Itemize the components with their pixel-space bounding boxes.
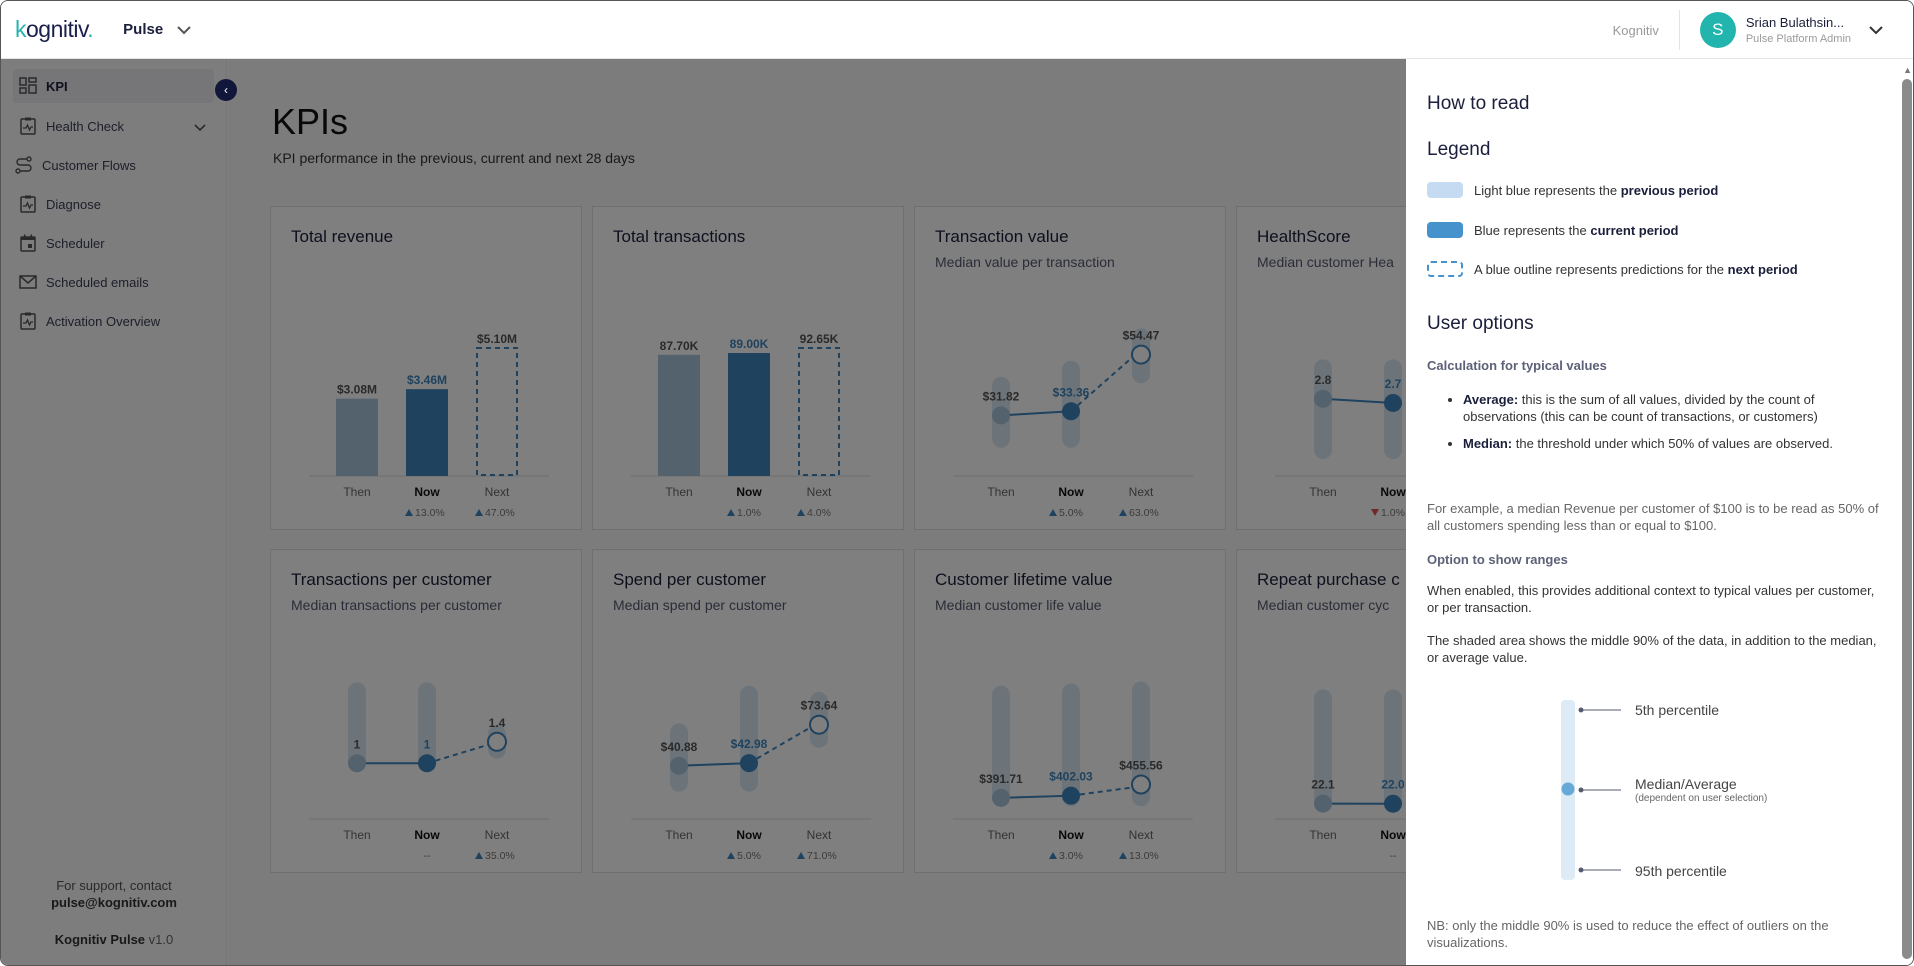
- ranges-text-1: When enabled, this provides additional c…: [1427, 583, 1875, 615]
- org-name[interactable]: Kognitiv: [1613, 10, 1680, 50]
- dashed-outline-swatch: [1427, 261, 1463, 277]
- blue-swatch: [1427, 222, 1463, 238]
- user-menu-chevron-icon[interactable]: [1869, 25, 1883, 35]
- list-item: Median: the threshold under which 50% of…: [1463, 435, 1873, 452]
- header-right: Kognitiv S Srian Bulathsin... Pulse Plat…: [1613, 1, 1913, 59]
- panel-scrollbar[interactable]: [1902, 79, 1912, 959]
- how-to-read-panel: How to read Legend Light blue represents…: [1406, 59, 1913, 965]
- list-item: Average: this is the sum of all values, …: [1463, 391, 1873, 425]
- p95-label: 95th percentile: [1635, 863, 1727, 879]
- calculation-example: For example, a median Revenue per custom…: [1427, 501, 1879, 533]
- collapse-sidebar-button[interactable]: ‹: [215, 79, 237, 101]
- kognitiv-logo[interactable]: kognitiv.: [15, 16, 94, 43]
- ranges-subtitle: Option to show ranges: [1427, 552, 1568, 567]
- user-options-title: User options: [1427, 313, 1534, 334]
- light-blue-swatch: [1427, 182, 1463, 198]
- calculation-list: Average: this is the sum of all values, …: [1463, 391, 1873, 462]
- median-note: (dependent on user selection): [1635, 793, 1767, 804]
- legend-item-next: A blue outline represents predictions fo…: [1427, 261, 1798, 277]
- modal-backdrop[interactable]: [1, 59, 1406, 965]
- percentile-diagram: 5th percentile Median/Average (dependent…: [1561, 700, 1767, 880]
- app-window: kognitiv. Pulse Kognitiv S Srian Bulaths…: [0, 0, 1914, 966]
- top-header: kognitiv. Pulse Kognitiv S Srian Bulaths…: [1, 1, 1913, 59]
- chevron-left-icon: ‹: [224, 83, 228, 97]
- nb-note: NB: only the middle 90% is used to reduc…: [1427, 918, 1829, 950]
- user-name: Srian Bulathsin...: [1745, 15, 1845, 30]
- calculation-subtitle: Calculation for typical values: [1427, 358, 1607, 373]
- product-switcher-chevron-icon[interactable]: [177, 26, 191, 35]
- panel-title: How to read: [1427, 93, 1530, 114]
- p5-label: 5th percentile: [1635, 702, 1719, 718]
- ranges-text-2: The shaded area shows the middle 90% of …: [1427, 633, 1877, 665]
- product-name: Pulse: [123, 21, 164, 38]
- legend-item-previous: Light blue represents the previous perio…: [1427, 182, 1718, 198]
- median-dot: [1561, 782, 1575, 796]
- scroll-up-arrow-icon[interactable]: ▲: [1903, 65, 1912, 75]
- user-role: Pulse Platform Admin: [1745, 33, 1851, 45]
- legend-title: Legend: [1427, 139, 1491, 160]
- avatar[interactable]: S: [1699, 12, 1736, 48]
- median-label: Median/Average: [1635, 776, 1737, 792]
- legend-item-current: Blue represents the current period: [1427, 222, 1678, 238]
- user-info[interactable]: Srian Bulathsin... Pulse Platform Admin: [1746, 15, 1851, 45]
